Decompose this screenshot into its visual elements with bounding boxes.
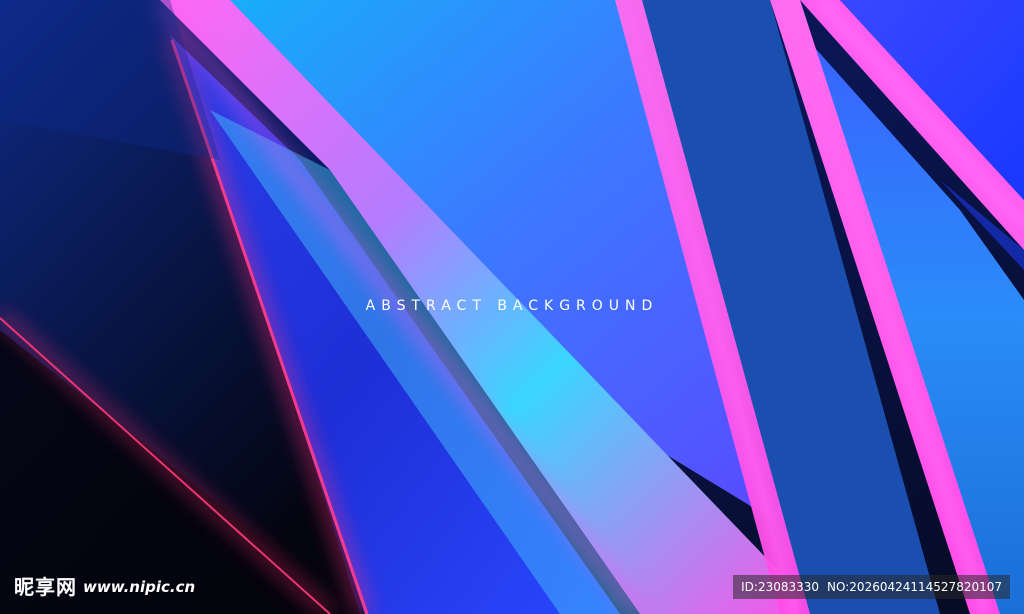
watermark-id: ID:23083330 (741, 580, 820, 594)
watermark-logo-text: 昵享网 (14, 575, 77, 599)
watermark-id-badge: ID:23083330 NO:20260424114527820107 (733, 575, 1010, 599)
watermark-url: www.nipic.cn (83, 578, 196, 596)
abstract-background-canvas: ABSTRACT BACKGROUND 昵享网 www.nipic.cn ID:… (0, 0, 1024, 614)
headline-text: ABSTRACT BACKGROUND (365, 298, 659, 314)
watermark-logo: 昵享网 www.nipic.cn (14, 574, 195, 600)
watermark-no: NO:20260424114527820107 (827, 580, 1002, 594)
